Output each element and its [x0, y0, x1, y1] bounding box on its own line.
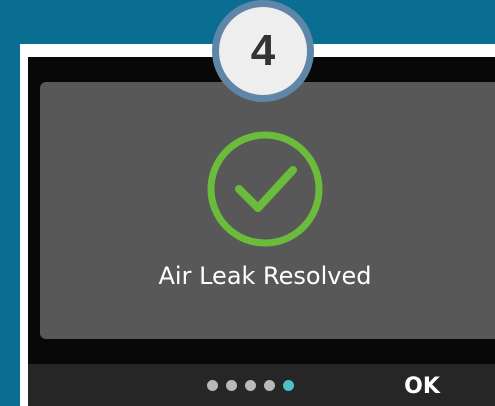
page-dot-active — [283, 379, 294, 391]
ok-button[interactable]: OK — [392, 370, 452, 404]
step-number: 4 — [250, 26, 276, 75]
checkmark-circle-icon — [207, 131, 323, 247]
status-message: Air Leak Resolved — [158, 262, 372, 290]
page-dot — [264, 379, 275, 391]
page-dot — [245, 379, 256, 391]
step-badge: 4 — [212, 0, 314, 102]
page-dot — [207, 379, 218, 391]
step-badge-inner: 4 — [219, 7, 307, 95]
page-dot — [226, 379, 237, 391]
page-indicator — [207, 378, 294, 392]
